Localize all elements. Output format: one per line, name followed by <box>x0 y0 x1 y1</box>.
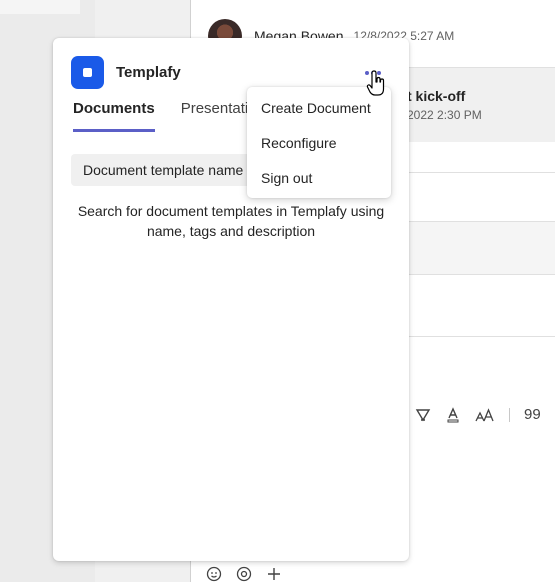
add-icon[interactable] <box>266 566 282 582</box>
chat-band <box>390 222 555 274</box>
emoji-icon[interactable] <box>206 566 222 582</box>
divider <box>390 274 555 275</box>
meeting-card-title: t kick-off <box>407 88 466 104</box>
overflow-menu: Create Document Reconfigure Sign out <box>247 87 391 198</box>
format-toolbar: 99 <box>400 406 541 423</box>
menu-item-sign-out[interactable]: Sign out <box>247 161 391 196</box>
font-size-icon[interactable] <box>475 407 495 423</box>
toolbar-separator <box>509 407 510 422</box>
app-title: Templafy <box>116 64 181 81</box>
divider <box>390 172 555 173</box>
divider <box>390 336 555 337</box>
helper-text: Search for document templates in Templaf… <box>77 203 385 239</box>
quote-icon[interactable]: 99 <box>524 406 541 423</box>
templafy-logo <box>71 56 104 89</box>
meeting-card-date: 2022 2:30 PM <box>407 108 482 122</box>
hand-cursor-icon <box>366 70 385 96</box>
loop-icon[interactable] <box>236 566 252 582</box>
compose-actions <box>206 566 282 582</box>
font-color-icon[interactable] <box>445 406 461 423</box>
highlight-icon[interactable] <box>415 407 431 423</box>
menu-item-reconfigure[interactable]: Reconfigure <box>247 126 391 161</box>
meeting-card[interactable] <box>390 67 555 142</box>
left-pane-strip <box>0 0 80 14</box>
tab-documents[interactable]: Documents <box>73 100 155 132</box>
